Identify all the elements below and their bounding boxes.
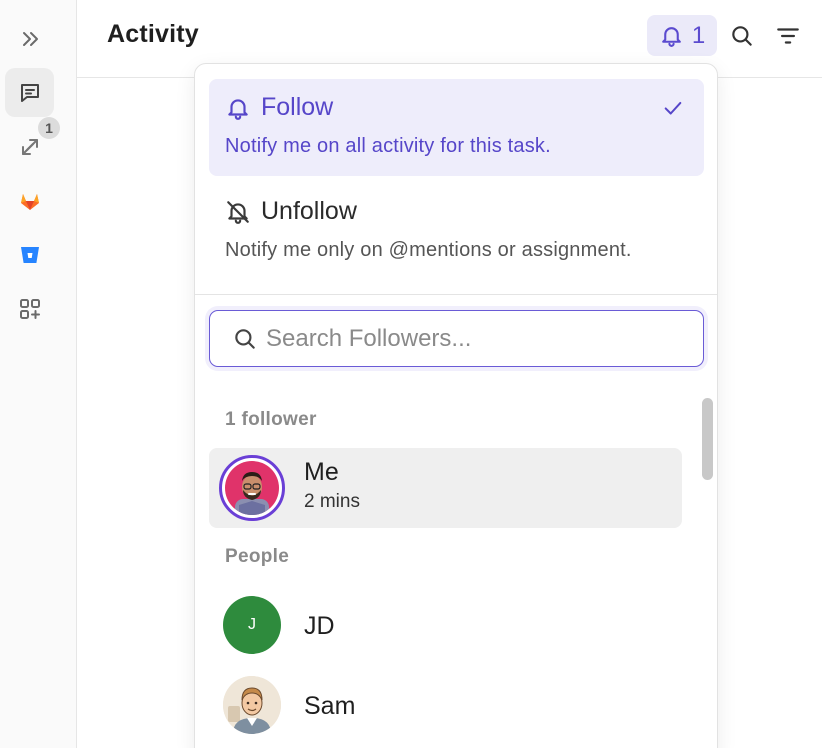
avatar: [219, 455, 285, 521]
search-button[interactable]: [728, 22, 756, 50]
add-app-button[interactable]: [5, 284, 54, 333]
follow-label: Follow: [261, 93, 334, 121]
divider: [195, 294, 717, 295]
follow-dropdown: Follow Notify me on all activity for thi…: [194, 63, 718, 748]
followers-section-label: 1 follower: [225, 409, 317, 430]
check-icon: [664, 101, 682, 115]
search-icon: [235, 328, 255, 349]
avatar-initial: J: [248, 616, 256, 633]
sync-badge: 1: [38, 117, 60, 139]
filter-button[interactable]: [774, 22, 802, 50]
sync-icon: [21, 138, 38, 155]
expand-icon: [22, 31, 38, 46]
avatar: [223, 676, 281, 734]
avatar: J: [223, 596, 281, 654]
comments-tab[interactable]: [5, 68, 54, 117]
follow-description: Notify me on all activity for this task.: [225, 135, 551, 157]
avatar-illustration-sam: [223, 676, 281, 734]
bell-off-icon: [227, 200, 249, 224]
person-name: Sam: [304, 692, 356, 720]
unfollow-label: Unfollow: [261, 197, 357, 225]
search-followers-box[interactable]: [209, 310, 704, 367]
comment-icon: [20, 83, 39, 102]
apps-add-icon: [19, 298, 40, 319]
person-name: JD: [304, 612, 335, 640]
page-title: Activity: [107, 20, 199, 48]
bell-icon: [228, 98, 248, 120]
sync-tab[interactable]: 1: [5, 117, 60, 171]
people-section-label: People: [225, 546, 290, 567]
person-row-jd[interactable]: J JD: [209, 585, 682, 665]
gitlab-tab[interactable]: [5, 176, 54, 225]
search-followers-input[interactable]: [266, 324, 686, 353]
follower-row-me[interactable]: Me 2 mins: [209, 448, 682, 528]
scrollbar[interactable]: [702, 398, 713, 480]
search-icon: [732, 26, 752, 46]
avatar-photo-me: [225, 461, 279, 515]
gitlab-icon: [20, 193, 39, 210]
left-rail: 1: [0, 0, 77, 748]
bell-icon: [661, 27, 681, 47]
follower-count: 1: [691, 21, 706, 49]
follower-name: Me: [304, 458, 339, 486]
unfollow-option[interactable]: Unfollow Notify me only on @mentions or …: [209, 183, 704, 280]
unfollow-description: Notify me only on @mentions or assignmen…: [225, 239, 632, 261]
follower-subtitle: 2 mins: [304, 491, 360, 512]
person-row-sam[interactable]: Sam: [209, 665, 682, 745]
bitbucket-tab[interactable]: [5, 230, 54, 279]
filter-icon: [777, 28, 799, 44]
follow-toggle-button[interactable]: 1: [647, 15, 717, 56]
follow-option[interactable]: Follow Notify me on all activity for thi…: [209, 79, 704, 176]
expand-button[interactable]: [5, 14, 54, 63]
bitbucket-icon: [20, 246, 39, 263]
